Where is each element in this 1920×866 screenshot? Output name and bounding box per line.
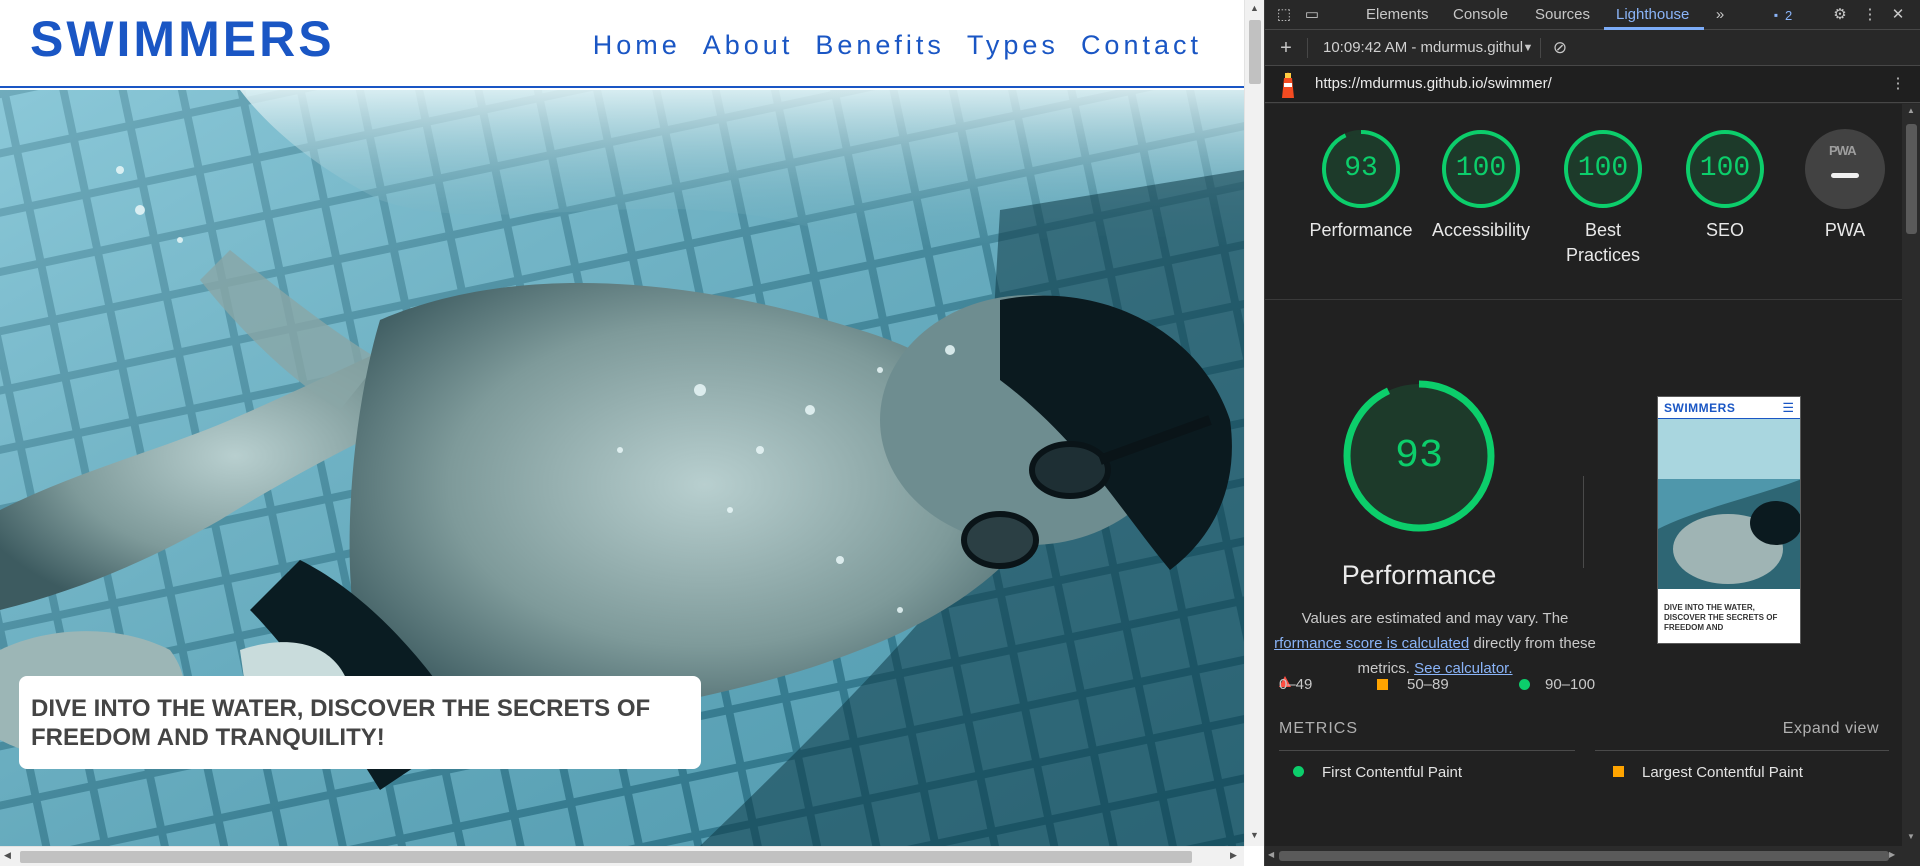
thumbnail-logo: SWIMMERS (1664, 400, 1736, 415)
report-scroll-down-icon[interactable]: ▼ (1907, 832, 1915, 841)
legend-pass-range: 90–100 (1545, 676, 1596, 693)
issues-icon[interactable]: ▪ (1767, 6, 1785, 24)
report-scroll-right-icon[interactable]: ▶ (1889, 850, 1895, 859)
performance-large-score: 93 (1394, 434, 1443, 479)
nav-contact[interactable]: Contact (1081, 30, 1202, 61)
report-url-bar: https://mdurmus.github.io/swimmer/ ⋮ (1265, 66, 1920, 103)
perf-desc-line-2: directly from these (1473, 635, 1596, 652)
label-best-practices: Best Practices (1565, 220, 1641, 265)
score-performance: 93 (1344, 153, 1378, 184)
report-scroll-left-icon[interactable]: ◀ (1268, 850, 1274, 859)
scroll-down-arrow-icon[interactable]: ▼ (1250, 830, 1259, 840)
devtools-panel: ⬚ ▭ Elements Console Sources Lighthouse … (1264, 0, 1920, 866)
performance-title: Performance (1341, 560, 1497, 590)
tab-elements[interactable]: Elements (1366, 6, 1429, 23)
nav-benefits[interactable]: Benefits (815, 30, 945, 61)
metric-pass-circle-icon (1293, 766, 1304, 777)
hamburger-menu-icon: ☰ (1782, 399, 1794, 415)
close-devtools-icon[interactable]: ✕ (1889, 6, 1907, 24)
perf-desc-line-3: metrics. (1357, 660, 1410, 677)
hero-caption-text: DIVE INTO THE WATER, DISCOVER THE SECRET… (31, 695, 651, 751)
site-nav: Home About Benefits Types Contact (593, 30, 1202, 61)
report-select[interactable]: 10:09:42 AM - mdurmus.githul (1323, 39, 1523, 56)
inspect-element-icon[interactable]: ⬚ (1275, 6, 1293, 24)
scroll-left-arrow-icon[interactable]: ◀ (4, 850, 11, 861)
legend-fail-range: 0–49 (1279, 676, 1313, 693)
scroll-up-arrow-icon[interactable]: ▲ (1250, 3, 1259, 13)
more-tabs-chevron-icon[interactable]: » (1711, 6, 1729, 24)
metric-lcp-label: Largest Contentful Paint (1642, 764, 1803, 781)
report-vertical-scrollbar[interactable]: ▲ ▼ (1902, 104, 1920, 846)
report-horizontal-scroll-thumb[interactable] (1279, 851, 1889, 861)
hero-caption-box: DIVE INTO THE WATER, DISCOVER THE SECRET… (19, 676, 701, 769)
tab-lighthouse[interactable]: Lighthouse (1616, 6, 1689, 23)
metric-largest-contentful-paint[interactable]: Largest Contentful Paint (1613, 764, 1803, 781)
lighthouse-logo-icon (1282, 72, 1294, 98)
page-vertical-scroll-thumb[interactable] (1249, 20, 1261, 84)
scroll-right-arrow-icon[interactable]: ▶ (1230, 850, 1237, 861)
tab-console[interactable]: Console (1453, 6, 1508, 23)
perf-desc-line-1: Values are estimated and may vary. The (1301, 610, 1569, 627)
metric-average-square-icon (1613, 766, 1624, 777)
metrics-title: METRICS (1279, 720, 1358, 737)
gauge-seo[interactable]: 100 SEO (1665, 128, 1785, 243)
website-viewport: SWIMMERS Home About Benefits Types Conta… (0, 0, 1264, 866)
page-horizontal-scroll-thumb[interactable] (20, 851, 1192, 863)
legend-average-range: 50–89 (1407, 676, 1449, 693)
metrics-header: METRICS Expand view (1279, 720, 1889, 738)
metric-fcp-label: First Contentful Paint (1322, 764, 1463, 781)
pwa-badge-icon (1805, 129, 1885, 209)
report-horizontal-scrollbar[interactable]: ◀ ▶ (1265, 846, 1920, 866)
see-calculator-link[interactable]: See calculator. (1414, 660, 1512, 677)
gauge-best-practices[interactable]: 100 Best Practices (1543, 128, 1663, 268)
gauge-performance[interactable]: 93 Performance (1301, 128, 1421, 243)
perf-score-calc-link[interactable]: rformance score is calculated (1274, 635, 1469, 652)
settings-gear-icon[interactable]: ⚙ (1831, 6, 1849, 24)
nav-home[interactable]: Home (593, 30, 681, 61)
nav-types[interactable]: Types (967, 30, 1059, 61)
new-report-plus-icon[interactable]: + (1277, 38, 1295, 58)
report-url[interactable]: https://mdurmus.github.io/swimmer/ (1315, 75, 1552, 92)
device-toolbar-icon[interactable]: ▭ (1303, 6, 1321, 24)
score-accessibility: 100 (1455, 153, 1507, 184)
score-best-practices: 100 (1577, 153, 1629, 184)
label-accessibility: Accessibility (1431, 220, 1531, 240)
issues-count[interactable]: 2 (1785, 8, 1792, 23)
gauge-pwa[interactable]: PWA PWA (1785, 128, 1902, 243)
legend-pass-circle-icon (1519, 679, 1530, 690)
legend-average-square-icon (1377, 679, 1388, 690)
label-performance: Performance (1309, 220, 1413, 240)
thumbnail-caption: DIVE INTO THE WATER, DISCOVER THE SECRET… (1664, 603, 1778, 632)
clear-report-icon[interactable]: ⊘ (1551, 39, 1569, 57)
label-pwa: PWA (1824, 220, 1866, 240)
site-header: SWIMMERS Home About Benefits Types Conta… (0, 0, 1244, 88)
page-horizontal-scrollbar[interactable]: ◀ ▶ (0, 846, 1244, 866)
more-options-icon[interactable]: ⋮ (1861, 6, 1879, 24)
performance-description: Values are estimated and may vary. The r… (1265, 606, 1605, 681)
tab-sources[interactable]: Sources (1535, 6, 1590, 23)
label-seo: SEO (1705, 220, 1744, 240)
gauge-accessibility[interactable]: 100 Accessibility (1421, 128, 1541, 243)
pwa-badge-label: PWA (1829, 143, 1857, 158)
report-dropdown-arrow-icon[interactable]: ▼ (1519, 39, 1537, 57)
lighthouse-toolbar: + 10:09:42 AM - mdurmus.githul ▼ ⊘ (1265, 30, 1920, 66)
score-seo: 100 (1699, 153, 1751, 184)
expand-view-toggle[interactable]: Expand view (1783, 720, 1879, 738)
hero-image: DIVE INTO THE WATER, DISCOVER THE SECRET… (0, 90, 1244, 846)
site-logo[interactable]: SWIMMERS (30, 10, 335, 68)
report-vertical-scroll-thumb[interactable] (1906, 124, 1917, 234)
thumbnail-hero-image (1658, 419, 1800, 623)
page-vertical-scrollbar[interactable]: ▲ ▼ (1244, 0, 1264, 846)
gauge-thumbnail-divider (1583, 476, 1584, 568)
lighthouse-report: 93 Performance 100 Accessibility 100 Bes… (1265, 104, 1902, 846)
section-divider (1265, 299, 1902, 300)
nav-about[interactable]: About (703, 30, 794, 61)
devtools-tab-bar: ⬚ ▭ Elements Console Sources Lighthouse … (1265, 0, 1920, 30)
report-menu-icon[interactable]: ⋮ (1889, 75, 1907, 93)
report-scroll-up-icon[interactable]: ▲ (1907, 106, 1915, 115)
metric-first-contentful-paint[interactable]: First Contentful Paint (1293, 764, 1462, 781)
page-screenshot-thumbnail[interactable]: SWIMMERS ☰ DIVE INTO THE WATER, DISCOVER… (1657, 396, 1801, 644)
